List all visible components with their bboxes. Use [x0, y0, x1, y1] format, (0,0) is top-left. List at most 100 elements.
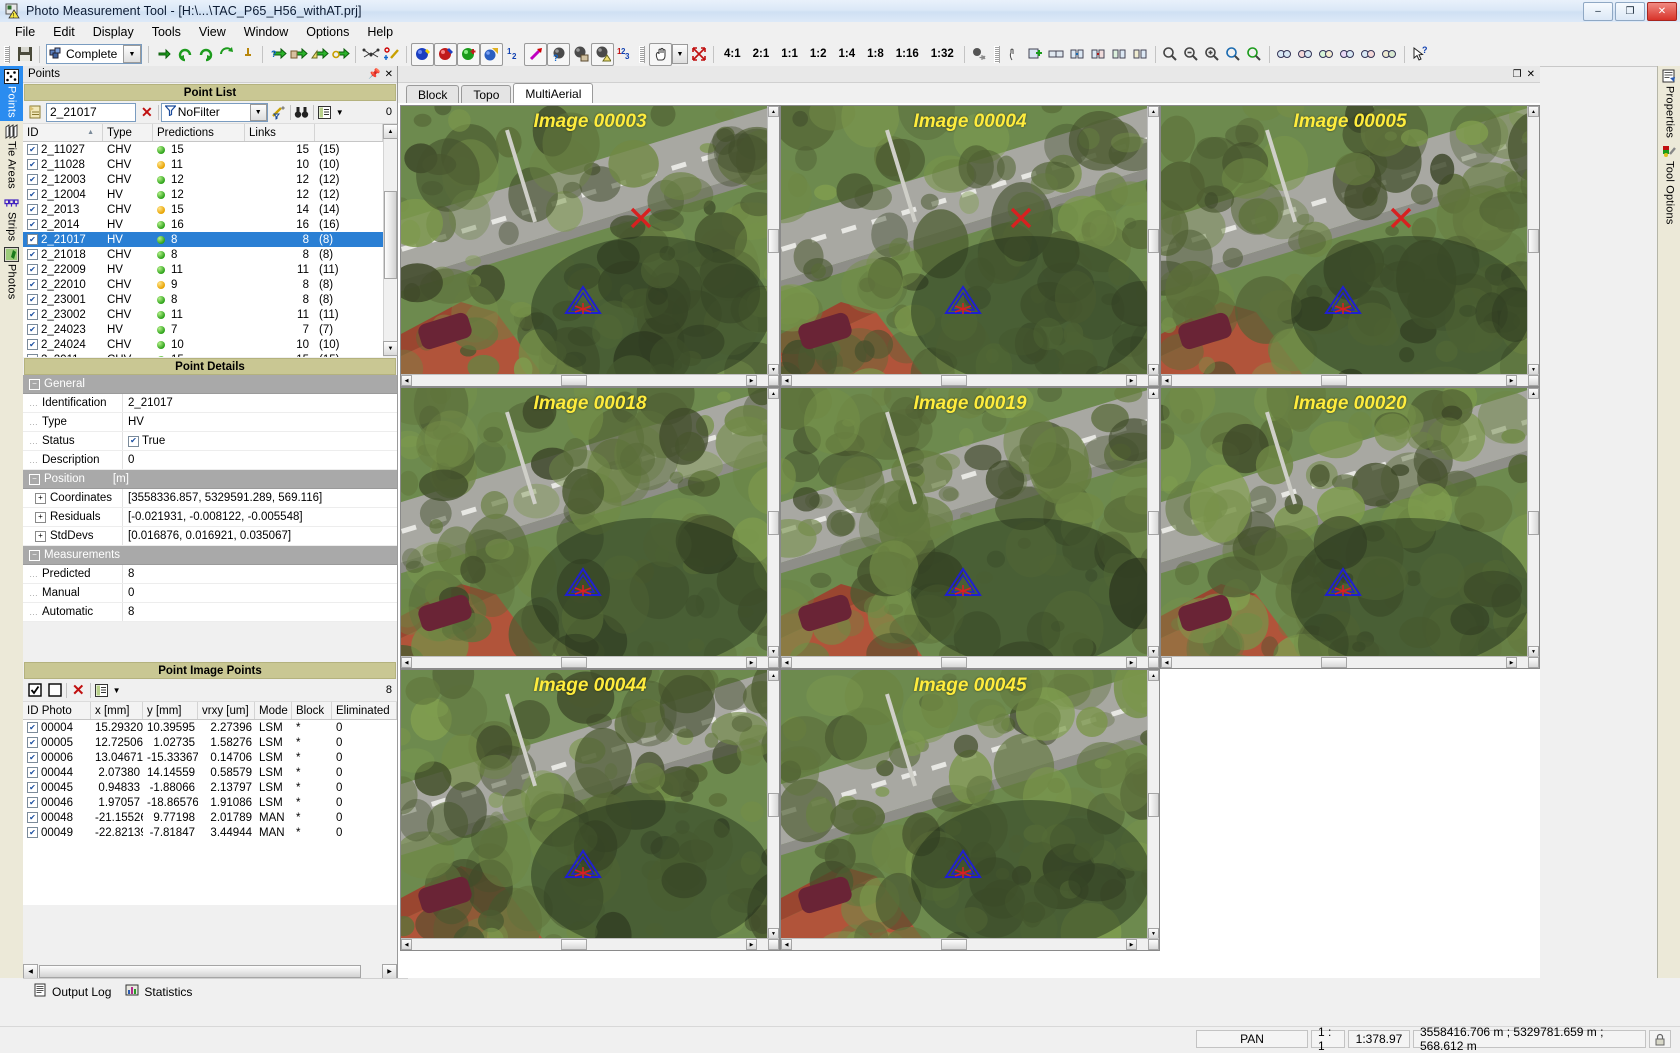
- columns-chevron-down-icon[interactable]: ▼: [336, 108, 344, 117]
- pane-v-scroll-thumb[interactable]: [768, 793, 779, 817]
- pane-vertical-scrollbar[interactable]: ▲ ▼: [1147, 388, 1159, 657]
- menu-tools[interactable]: Tools: [143, 23, 190, 41]
- scroll-up-button[interactable]: ▲: [383, 124, 398, 139]
- pip-horizontal-scrollbar[interactable]: ◀ ▶: [23, 964, 397, 979]
- table-row[interactable]: ✔ 2_24023 HV 7 7 (7): [23, 322, 383, 337]
- pane-scroll-right-button[interactable]: ▶: [746, 375, 757, 386]
- link-icon[interactable]: [1046, 44, 1067, 65]
- brightness-icon[interactable]: [969, 44, 990, 65]
- table-row[interactable]: ✔ 2_23002 CHV 11 11 (11): [23, 307, 383, 322]
- zoom-1-1[interactable]: 1:1: [775, 48, 804, 60]
- value-checkbox[interactable]: ✔: [128, 435, 139, 447]
- menu-options[interactable]: Options: [297, 23, 358, 41]
- green-arrow-question-icon[interactable]: ?: [267, 44, 288, 65]
- red-sphere-icon[interactable]: [434, 42, 457, 66]
- property-row[interactable]: … Description 0: [23, 451, 397, 470]
- maximize-button[interactable]: ❐: [1615, 2, 1645, 21]
- menu-file[interactable]: File: [6, 23, 44, 41]
- find-point-icon[interactable]: [26, 103, 44, 121]
- pane-horizontal-scrollbar[interactable]: ◀ ▶: [401, 374, 779, 386]
- row-checkbox[interactable]: ✔: [27, 234, 38, 245]
- undo-icon[interactable]: [174, 44, 195, 65]
- image-pane[interactable]: Image 00045 ▲ ▼ ◀ ▶: [780, 669, 1160, 951]
- column-header-y[interactable]: y [mm]: [143, 702, 198, 719]
- pane-h-scroll-thumb[interactable]: [1321, 657, 1347, 668]
- close-button[interactable]: ✕: [1647, 2, 1677, 21]
- dock-close-icon[interactable]: ✕: [385, 69, 393, 80]
- table-row[interactable]: ✔ 00044 2.07380 14.14559 0.58579 LSM * 0: [23, 765, 397, 780]
- row-checkbox[interactable]: ✔: [27, 249, 38, 260]
- green-arrow-calc-icon[interactable]: [288, 44, 309, 65]
- aerial-photo[interactable]: [781, 670, 1159, 950]
- pip-column-chooser-icon[interactable]: [93, 681, 111, 699]
- zoom-2-1[interactable]: 2:1: [747, 48, 776, 60]
- expand-icon[interactable]: +: [35, 530, 46, 542]
- blue-sphere-icon[interactable]: [411, 42, 434, 66]
- zoom-1-8[interactable]: 1:8: [861, 48, 890, 60]
- pane-scroll-up-button[interactable]: ▲: [768, 106, 779, 117]
- pane-h-scroll-thumb[interactable]: [561, 375, 587, 386]
- zoom-4-1[interactable]: 4:1: [718, 48, 747, 60]
- image-pane[interactable]: Image 00020 ▲ ▼ ◀ ▶: [1160, 387, 1540, 669]
- property-row[interactable]: … Identification 2_21017: [23, 394, 397, 413]
- binoculars-icon[interactable]: [293, 103, 311, 121]
- pane-horizontal-scrollbar[interactable]: ◀ ▶: [1161, 656, 1539, 668]
- row-checkbox[interactable]: ✔: [27, 752, 38, 763]
- green-arrow-triangle-icon[interactable]: [309, 44, 330, 65]
- pane-scroll-right-button[interactable]: ▶: [1506, 657, 1517, 668]
- stereo-1-icon[interactable]: [1274, 44, 1295, 65]
- sphere-image-icon[interactable]: [570, 44, 591, 65]
- column-header-blank[interactable]: [315, 124, 383, 141]
- pane-h-scroll-thumb[interactable]: [561, 939, 587, 950]
- mag-5-icon[interactable]: [1244, 44, 1265, 65]
- pane-v-scroll-thumb[interactable]: [1148, 229, 1159, 253]
- table-row[interactable]: ✔ 00046 1.97057 -18.86576 1.91086 LSM * 0: [23, 795, 397, 810]
- aerial-photo[interactable]: [781, 106, 1159, 386]
- clear-search-icon[interactable]: ✕: [138, 104, 156, 121]
- pane-scroll-left-button[interactable]: ◀: [781, 657, 792, 668]
- pane-fit-button[interactable]: [1528, 657, 1539, 668]
- row-checkbox[interactable]: ✔: [27, 722, 38, 733]
- filter-chevron-down-icon[interactable]: ▼: [249, 103, 267, 121]
- pane-v-scroll-thumb[interactable]: [768, 229, 779, 253]
- table-row[interactable]: ✔ 00049 -22.82139 -7.81847 3.44944 MAN * 0: [23, 825, 397, 840]
- fit-extent-icon[interactable]: [688, 44, 709, 65]
- image-pane[interactable]: Image 00005 ▲ ▼ ◀ ▶: [1160, 105, 1540, 387]
- pip-scroll-right-button[interactable]: ▶: [382, 964, 397, 979]
- row-checkbox[interactable]: ✔: [27, 204, 38, 215]
- column-header-id-photo[interactable]: ID Photo: [23, 702, 91, 719]
- sphere-question-icon[interactable]: ?: [547, 42, 570, 66]
- pane-fit-button[interactable]: [1148, 939, 1159, 950]
- sidebar-item-points[interactable]: Points: [0, 66, 23, 121]
- tab-topo[interactable]: Topo: [461, 85, 512, 103]
- pip-columns-chevron-down-icon[interactable]: ▼: [113, 686, 121, 695]
- pane-vertical-scrollbar[interactable]: ▲ ▼: [1147, 670, 1159, 939]
- tab-statistics[interactable]: Statistics: [125, 983, 192, 1000]
- row-checkbox[interactable]: ✔: [27, 219, 38, 230]
- column-header-x[interactable]: x [mm]: [91, 702, 143, 719]
- menu-edit[interactable]: Edit: [44, 23, 84, 41]
- image-pane[interactable]: Image 00019 ▲ ▼ ◀ ▶: [780, 387, 1160, 669]
- table-row[interactable]: ✔ 00048 -21.15526 9.77198 2.01789 MAN * 0: [23, 810, 397, 825]
- table-row[interactable]: ✔2_2011CHV1515(15): [23, 352, 383, 357]
- pane-scroll-right-button[interactable]: ▶: [746, 657, 757, 668]
- row-checkbox[interactable]: ✔: [27, 737, 38, 748]
- pane-scroll-left-button[interactable]: ◀: [781, 939, 792, 950]
- row-checkbox[interactable]: ✔: [27, 174, 38, 185]
- row-checkbox[interactable]: ✔: [27, 827, 38, 838]
- row-checkbox[interactable]: ✔: [27, 159, 38, 170]
- pane-scroll-right-button[interactable]: ▶: [1126, 657, 1137, 668]
- column-header-mode[interactable]: Mode: [255, 702, 292, 719]
- aerial-photo[interactable]: [401, 670, 779, 950]
- pane-scroll-left-button[interactable]: ◀: [1161, 657, 1172, 668]
- property-row[interactable]: + Coordinates [3558336.857, 5329591.289, 5…: [23, 489, 397, 508]
- pane-h-scroll-thumb[interactable]: [941, 939, 967, 950]
- property-row[interactable]: … Type HV: [23, 413, 397, 432]
- pip-h-scroll-thumb[interactable]: [39, 965, 361, 978]
- table-row[interactable]: ✔ 2_23001 CHV 8 8 (8): [23, 292, 383, 307]
- pip-scroll-left-button[interactable]: ◀: [23, 964, 38, 979]
- pane-scroll-up-button[interactable]: ▲: [1148, 106, 1159, 117]
- table-row[interactable]: ✔ 2_22010 CHV 9 8 (8): [23, 277, 383, 292]
- pane-fit-button[interactable]: [1148, 657, 1159, 668]
- minimize-button[interactable]: –: [1583, 2, 1613, 21]
